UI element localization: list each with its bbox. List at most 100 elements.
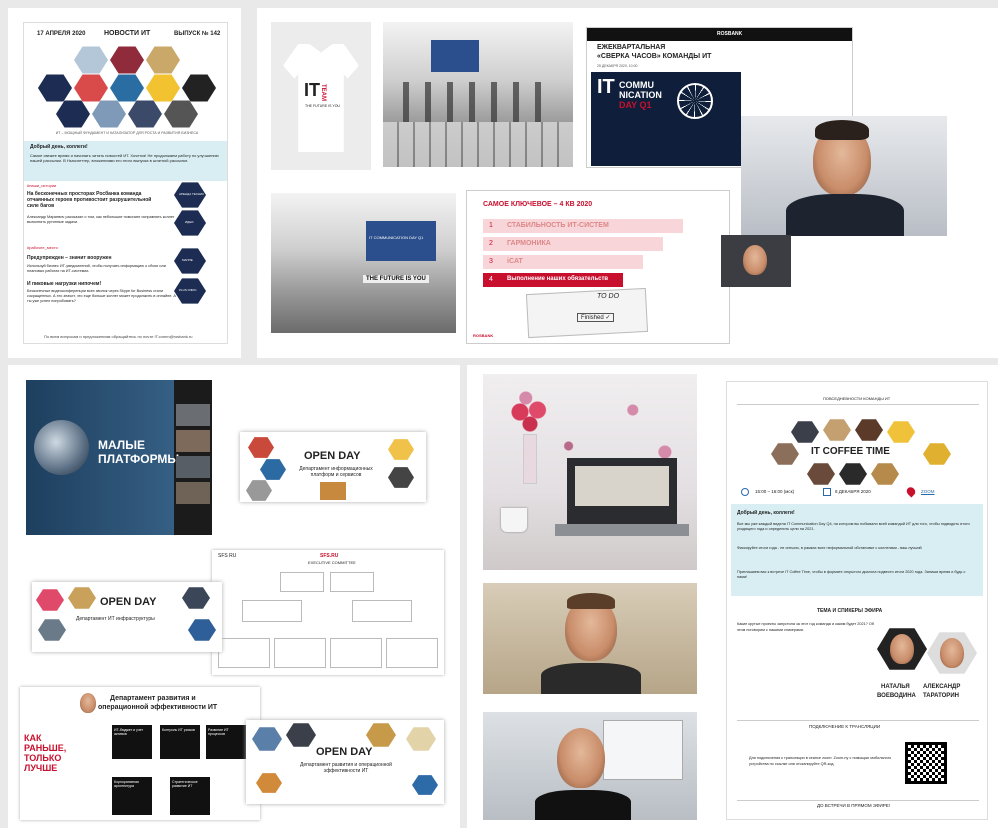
hex-photo <box>388 467 414 488</box>
tshirt-sub: THE FUTURE IS YOU <box>305 104 340 108</box>
hex-photo <box>188 619 216 641</box>
coffee-newsletter: ПОВСЕДНЕВНОСТИ КОМАНДЫ ИТ IT COFFEE TIME… <box>726 381 988 820</box>
open-day-banner-1: OPEN DAY Департамент информационных плат… <box>240 432 426 502</box>
whiteboard <box>603 720 683 780</box>
speaker-hair <box>815 120 869 140</box>
hex-photo <box>823 419 851 441</box>
dept-box-2: Контроль ИТ рисков <box>162 728 195 732</box>
coffee-date: 8 ДЕКАБРЯ 2020 <box>835 489 871 494</box>
section1-title[interactable]: На бесконечных просторах Росбанка команд… <box>27 191 157 209</box>
video-call-2 <box>483 712 697 820</box>
topline-rule <box>737 404 979 405</box>
key-item-1-num: 1 <box>489 222 493 229</box>
hex-photo <box>248 437 274 458</box>
chip-label: PLUS ОФИС <box>179 288 197 292</box>
sphere-graphic <box>34 420 89 475</box>
bottom-rule <box>737 800 979 801</box>
hex-photo <box>923 443 951 465</box>
coffee-greeting: Добрый день, коллеги! <box>737 510 795 516</box>
stage-screen <box>366 221 436 261</box>
hex-photo <box>68 587 96 609</box>
speaker1-last: ВОЕВОДИНА <box>877 693 916 699</box>
org-box <box>242 600 302 622</box>
org-box <box>386 638 438 668</box>
hex-photo <box>146 46 180 74</box>
hex-photo <box>110 74 144 102</box>
open-day-1-title: OPEN DAY <box>304 450 361 462</box>
slogan-1: КАК <box>24 733 42 743</box>
hex-photo <box>807 463 835 485</box>
open-day-3-title: OPEN DAY <box>316 746 373 758</box>
join-body[interactable]: Для подключения к трансляции в сеансе zo… <box>749 756 899 767</box>
speaker-webcam <box>741 116 947 236</box>
key-slide: САМОЕ КЛЮЧЕВОЕ – 4 КВ 2020 1 СТАБИЛЬНОСТ… <box>466 190 730 344</box>
hex-photo <box>38 74 72 102</box>
tshirt-brand: IT <box>304 80 320 100</box>
vase <box>523 434 537 484</box>
section2-title[interactable]: Предупрежден – значит вооружен <box>27 255 112 261</box>
open-day-2-title: OPEN DAY <box>100 596 157 608</box>
hex-photo <box>128 100 162 128</box>
hex-photo <box>260 459 286 480</box>
hex-photo <box>38 619 66 641</box>
slide-brand-4: DAY Q1 <box>619 100 652 110</box>
newsletter-intro: Самое свежее время и начинать читать нов… <box>30 153 219 164</box>
audience-silhouettes <box>403 82 553 122</box>
participant-tile <box>176 430 210 452</box>
roses <box>505 396 555 436</box>
org-logo: SFS RU <box>218 553 237 559</box>
org-box <box>274 638 326 668</box>
participant-tile <box>176 404 210 426</box>
key-item-1-text: СТАБИЛЬНОСТЬ ИТ-СИСТЕМ <box>507 222 609 229</box>
stage-banner: THE FUTURE IS YOU <box>363 275 429 283</box>
hex-photo <box>246 480 272 501</box>
open-day-2-subtitle: Департамент ИТ инфраструктуры <box>76 616 155 622</box>
coffee-title: IT COFFEE TIME <box>811 446 890 457</box>
caller-shirt <box>535 790 631 820</box>
hex-photo <box>110 46 144 74</box>
zoom-meeting: МАЛЫЕ ПЛАТФОРМЫ <box>26 380 264 535</box>
hex-photo <box>406 727 436 751</box>
newsletter-issue: ВЫПУСК № 142 <box>174 31 221 37</box>
join-rule <box>737 720 979 721</box>
hex-photo <box>388 439 414 460</box>
qr-code[interactable] <box>905 742 947 784</box>
hex-photo <box>855 419 883 441</box>
newsletter-tagline: ИТ – МОЩНЫЙ ФУНДАМЕНТ И КАТАЛИЗАТОР ДЛЯ … <box>55 131 199 135</box>
section3-title[interactable]: И пиковые нагрузки нипочем! <box>27 281 101 287</box>
key-item-2-text: ГАРМОНИКА <box>507 240 551 247</box>
hex-photo <box>791 421 819 443</box>
hex-photo <box>182 587 210 609</box>
section1-tag: #наши_истории <box>27 183 57 188</box>
coffee-place[interactable]: ZOOM <box>921 489 935 494</box>
slide-title-2: «СВЕРКА ЧАСОВ» КОМАНДЫ ИТ <box>597 53 712 60</box>
coffee-bottom: ДО ВСТРЕЧИ В ПРЯМОМ ЭФИРЕ! <box>817 803 891 808</box>
slogan-4: ЛУЧШЕ <box>24 763 58 773</box>
org-chart: SFS RU SFS.RU EXECUTIVE COMMITTEE <box>212 550 444 675</box>
clock-icon <box>741 488 749 496</box>
dept-box-3: Развитие ИТ процессов <box>208 728 229 736</box>
key-slide-brand: ROSBANK <box>473 333 494 338</box>
hex-photo <box>286 723 316 747</box>
tshirt-photo: IT TEAM THE FUTURE IS YOU <box>271 22 371 170</box>
platforms-title-1: МАЛЫЕ <box>98 438 145 452</box>
hall-photo <box>383 22 573 167</box>
head-avatar <box>80 693 96 713</box>
coffee-p3: Приглашаем вас к встрече IT Coffee Time,… <box>737 570 966 580</box>
hex-photo <box>412 775 438 795</box>
compass-icon <box>677 83 713 119</box>
laptop-video <box>575 466 669 506</box>
laptop-base <box>555 524 689 536</box>
caller-hair <box>567 593 615 609</box>
hex-photo <box>182 74 216 102</box>
projector-screen <box>431 40 479 72</box>
coffee-time: 15:00 – 16:00 (мск) <box>755 489 795 494</box>
dept-org: Департамент развития и операционной эффе… <box>20 687 260 820</box>
hex-photo <box>252 727 282 751</box>
section2-tag: #рабочее_место <box>27 245 58 250</box>
org-box <box>330 572 374 592</box>
org-header: SFS.RU <box>320 553 339 559</box>
newsletter-title: НОВОСТИ ИТ <box>104 30 151 37</box>
dept-box-1: ИТ-бюджет и учет активов <box>114 728 144 736</box>
speaker2-face <box>940 638 964 668</box>
